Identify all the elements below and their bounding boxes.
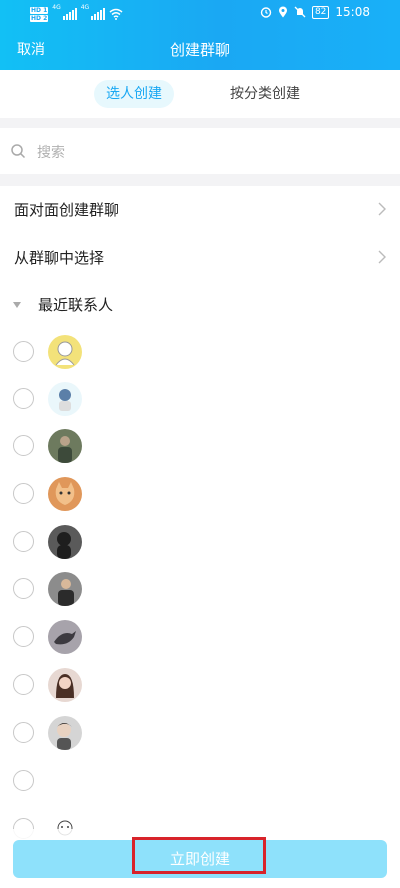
chevron-right-icon bbox=[378, 202, 386, 216]
hd-tag: HD 1 bbox=[30, 6, 49, 14]
menu-label: 面对面创建群聊 bbox=[14, 201, 120, 219]
contact-row[interactable] bbox=[0, 423, 400, 470]
bird-avatar bbox=[48, 620, 82, 654]
contact-row[interactable] bbox=[0, 519, 400, 566]
menu-face-to-face[interactable]: 面对面创建群聊 bbox=[0, 186, 400, 232]
hd-tag: HD 2 bbox=[30, 14, 49, 22]
alarm-icon bbox=[260, 7, 272, 18]
header: HD 1 HD 2 4G 4G 82 15:08 取消 创建群聊 bbox=[0, 0, 400, 70]
select-radio[interactable] bbox=[13, 341, 34, 362]
create-now-button[interactable]: 立即创建 bbox=[13, 840, 387, 878]
select-radio[interactable] bbox=[13, 770, 34, 791]
mute-icon bbox=[294, 6, 306, 18]
signal-icon bbox=[91, 8, 106, 20]
contact-row[interactable] bbox=[0, 566, 400, 613]
contact-row[interactable] bbox=[0, 710, 400, 757]
contact-row[interactable] bbox=[0, 329, 400, 376]
select-radio[interactable] bbox=[13, 578, 34, 599]
menu-label: 从群聊中选择 bbox=[14, 249, 105, 267]
signal-icon bbox=[62, 8, 77, 20]
tab-select-people[interactable]: 选人创建 bbox=[94, 80, 174, 108]
status-right: 82 15:08 bbox=[260, 5, 370, 19]
section-title: 最近联系人 bbox=[38, 296, 114, 314]
contact-row[interactable] bbox=[0, 471, 400, 518]
menu-from-group[interactable]: 从群聊中选择 bbox=[0, 234, 400, 280]
contact-row[interactable] bbox=[0, 662, 400, 709]
collapse-triangle-icon bbox=[13, 302, 21, 308]
cat-avatar bbox=[48, 477, 82, 511]
page-title: 创建群聊 bbox=[169, 41, 230, 59]
divider bbox=[0, 174, 400, 186]
select-radio[interactable] bbox=[13, 388, 34, 409]
status-left: HD 1 HD 2 4G 4G bbox=[30, 4, 123, 24]
clock: 15:08 bbox=[335, 5, 370, 19]
contact-row[interactable] bbox=[0, 758, 400, 805]
blank-avatar bbox=[48, 764, 82, 798]
wifi-icon bbox=[109, 8, 123, 20]
network-label: 4G bbox=[80, 4, 90, 11]
man-avatar bbox=[48, 716, 82, 750]
select-radio[interactable] bbox=[13, 674, 34, 695]
network-label: 4G bbox=[52, 4, 61, 11]
divider bbox=[0, 118, 400, 128]
person-avatar bbox=[48, 572, 82, 606]
cartoon-avatar bbox=[48, 382, 82, 416]
select-radio[interactable] bbox=[13, 435, 34, 456]
battery-icon: 82 bbox=[311, 5, 330, 19]
select-radio[interactable] bbox=[13, 483, 34, 504]
tab-bar: 选人创建 按分类创建 bbox=[0, 70, 400, 118]
location-icon bbox=[278, 6, 287, 18]
girl-avatar bbox=[48, 668, 82, 702]
contact-row[interactable] bbox=[0, 376, 400, 423]
photo-avatar bbox=[48, 429, 82, 463]
search-icon bbox=[11, 144, 26, 159]
dark-avatar bbox=[48, 525, 82, 559]
search-input[interactable]: 搜索 bbox=[37, 142, 65, 162]
chevron-right-icon bbox=[378, 250, 386, 264]
select-radio[interactable] bbox=[13, 626, 34, 647]
tab-by-category[interactable]: 按分类创建 bbox=[220, 80, 310, 108]
recent-contacts-header[interactable]: 最近联系人 bbox=[0, 282, 400, 328]
select-radio[interactable] bbox=[13, 531, 34, 552]
status-bar: HD 1 HD 2 4G 4G 82 15:08 bbox=[0, 0, 400, 28]
contact-row[interactable] bbox=[0, 614, 400, 661]
select-radio[interactable] bbox=[13, 722, 34, 743]
illustration-avatar bbox=[48, 335, 82, 369]
nav-bar: 取消 创建群聊 bbox=[0, 32, 400, 64]
search-bar[interactable]: 搜索 bbox=[0, 128, 400, 174]
